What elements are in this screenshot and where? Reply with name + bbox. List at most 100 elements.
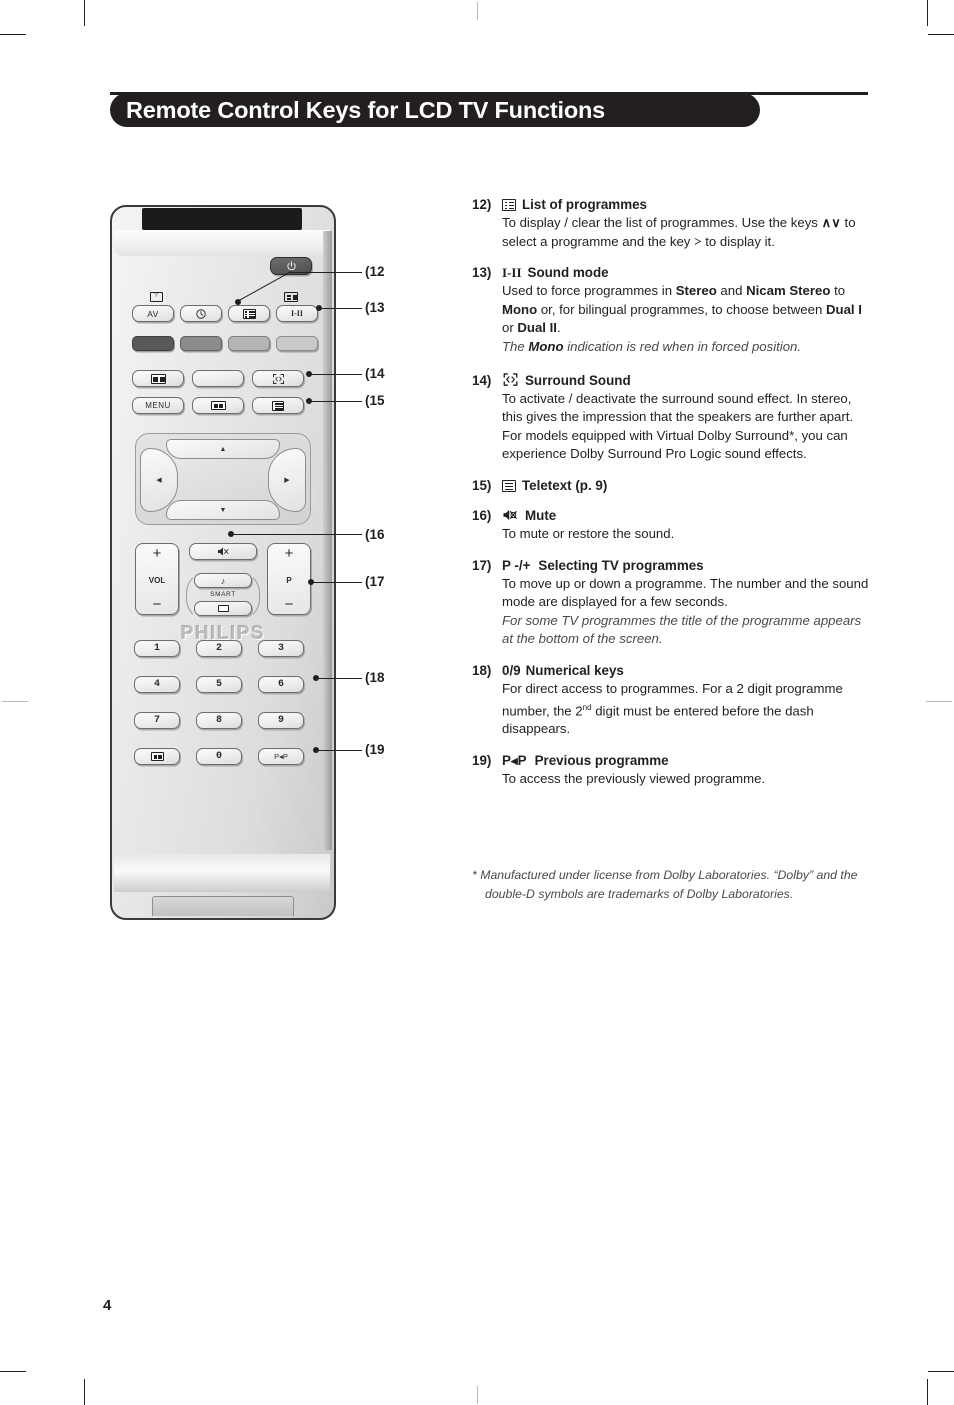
numeric-key-4-label: 4 bbox=[153, 679, 160, 690]
function-entry-12-number: 12) bbox=[472, 197, 492, 212]
teletext-key[interactable] bbox=[252, 397, 304, 414]
numeric-key-3-label: 3 bbox=[277, 643, 284, 654]
p-minus-plus-icon: P -/+ bbox=[502, 557, 531, 573]
function-entry-13-body: Used to force programmes in Stereo and N… bbox=[502, 283, 862, 354]
p-rocker-key[interactable]: + P − bbox=[267, 543, 311, 615]
numeric-key-8-label: 8 bbox=[215, 715, 222, 726]
function-entry-17-title: Selecting TV programmes bbox=[538, 557, 704, 573]
info-help-icon: ? bbox=[147, 291, 165, 302]
previous-programme-key[interactable]: P◂P bbox=[258, 748, 304, 765]
cursor-up-icon: ▲ bbox=[219, 445, 227, 453]
function-entry-14-heading: 14) Surround Sound bbox=[472, 370, 872, 390]
function-entry-17: 17) P -/+ Selecting TV programmes To mov… bbox=[472, 557, 872, 649]
numeric-key-4[interactable]: 4 bbox=[134, 676, 180, 693]
menu-key[interactable]: MENU bbox=[132, 397, 184, 414]
surround-sound-icon bbox=[272, 373, 284, 384]
remote-top-highlight bbox=[114, 230, 330, 256]
function-entry-16-number: 16) bbox=[472, 507, 492, 523]
numeric-key-2[interactable]: 2 bbox=[196, 640, 242, 657]
document-page: Remote Control Keys for LCD TV Functions… bbox=[0, 0, 954, 1405]
function-entry-13-number: 13) bbox=[472, 265, 492, 281]
page-title-bar: Remote Control Keys for LCD TV Functions bbox=[110, 93, 760, 127]
fastext-key-1[interactable] bbox=[132, 336, 174, 351]
smart-sound-key[interactable]: ♪ bbox=[194, 573, 252, 588]
smart-picture-key[interactable] bbox=[194, 601, 252, 616]
function-entry-15-title: Teletext (p. 9) bbox=[522, 477, 608, 493]
numeric-key-6-label: 6 bbox=[277, 679, 284, 690]
numeric-range-label: 0/9 bbox=[502, 662, 521, 678]
cursor-down-icon: ▼ bbox=[219, 506, 227, 514]
mute-key[interactable] bbox=[189, 543, 257, 560]
numeric-key-6[interactable]: 6 bbox=[258, 676, 304, 693]
mute-icon bbox=[502, 508, 519, 522]
callout-12-label: (12 bbox=[365, 264, 385, 279]
sound-mode-pictogram-icon bbox=[282, 291, 300, 302]
list-of-programmes-icon bbox=[502, 199, 516, 211]
crop-mark-bottom-right bbox=[927, 1379, 928, 1405]
function-entry-13-heading: 13) I-II Sound mode bbox=[472, 264, 872, 282]
programme-down-label: − bbox=[284, 596, 294, 613]
crop-mark-right-bottom bbox=[928, 1371, 954, 1372]
function-entry-17-number: 17) bbox=[472, 557, 492, 573]
function-entry-14-body: To activate / deactivate the surround so… bbox=[502, 390, 854, 462]
function-entry-15: 15) Teletext (p. 9) bbox=[472, 477, 872, 495]
volume-rocker-key[interactable]: + VOL − bbox=[135, 543, 179, 615]
volume-label: VOL bbox=[148, 575, 166, 585]
numeric-key-9[interactable]: 9 bbox=[258, 712, 304, 729]
sound-mode-key[interactable]: I-II bbox=[276, 305, 318, 322]
picture-format-icon bbox=[210, 401, 226, 410]
cursor-up-key[interactable]: ▲ bbox=[166, 439, 280, 459]
function-entry-12: 12) List of programmes To display / clea… bbox=[472, 196, 872, 251]
function-entry-17-body: To move up or down a programme. The numb… bbox=[502, 575, 869, 647]
fastext-key-4[interactable] bbox=[276, 336, 318, 351]
callout-18-label: (18 bbox=[365, 670, 385, 685]
blank-key[interactable] bbox=[192, 370, 244, 387]
cursor-right-icon: ▶ bbox=[284, 477, 290, 484]
callout-14-leader bbox=[311, 374, 362, 376]
numeric-key-1-label: 1 bbox=[153, 643, 160, 654]
function-entry-19-number: 19) bbox=[472, 753, 492, 769]
smart-label: SMART bbox=[210, 591, 236, 598]
function-entry-18: 18) 0/9 Numerical keys For direct access… bbox=[472, 662, 872, 739]
numeric-key-1[interactable]: 1 bbox=[134, 640, 180, 657]
function-entry-19: 19) P◂P Previous programme To access the… bbox=[472, 752, 872, 789]
callout-13-leader bbox=[321, 308, 362, 310]
cursor-down-key[interactable]: ▼ bbox=[166, 500, 280, 520]
list-of-programmes-key[interactable] bbox=[228, 305, 270, 322]
volume-down-label: − bbox=[152, 596, 162, 613]
function-entry-19-heading: 19) P◂P Previous programme bbox=[472, 752, 872, 770]
av-key[interactable]: AV bbox=[132, 305, 174, 322]
callout-16-label: (16 bbox=[365, 527, 385, 542]
callout-16-leader bbox=[233, 534, 362, 536]
crop-mark-left-bottom bbox=[0, 1371, 26, 1372]
teletext-icon bbox=[502, 479, 516, 492]
av-key-label: AV bbox=[147, 308, 159, 319]
surround-sound-key[interactable] bbox=[252, 370, 304, 387]
function-entry-18-body: For direct access to programmes. For a 2… bbox=[502, 680, 843, 737]
function-entry-18-heading: 18) 0/9 Numerical keys bbox=[472, 662, 872, 680]
callout-14-label: (14 bbox=[365, 366, 385, 381]
clock-icon bbox=[196, 308, 206, 319]
registration-mark-bottom bbox=[477, 1386, 478, 1404]
surround-sound-icon bbox=[502, 372, 519, 387]
crop-mark-bottom-left bbox=[84, 1379, 85, 1405]
remote-battery-slot bbox=[152, 896, 294, 916]
numeric-key-5[interactable]: 5 bbox=[196, 676, 242, 693]
footnote-text: Manufactured under license from Dolby La… bbox=[480, 868, 858, 901]
picture-format-key[interactable] bbox=[192, 397, 244, 414]
list-of-programmes-icon bbox=[242, 308, 256, 319]
cursor-left-icon: ◀ bbox=[156, 477, 162, 484]
numeric-key-3[interactable]: 3 bbox=[258, 640, 304, 657]
callout-18-leader bbox=[318, 678, 362, 680]
timer-key[interactable] bbox=[180, 305, 222, 322]
fastext-key-3[interactable] bbox=[228, 336, 270, 351]
crop-mark-top-left bbox=[84, 0, 85, 26]
function-entry-15-number: 15) bbox=[472, 477, 492, 493]
pip-key[interactable] bbox=[132, 370, 184, 387]
status-info-key[interactable] bbox=[134, 748, 180, 765]
crop-mark-top-right bbox=[927, 0, 928, 26]
numeric-key-8[interactable]: 8 bbox=[196, 712, 242, 729]
numeric-key-0[interactable]: 0 bbox=[196, 748, 242, 765]
numeric-key-7[interactable]: 7 bbox=[134, 712, 180, 729]
fastext-key-2[interactable] bbox=[180, 336, 222, 351]
